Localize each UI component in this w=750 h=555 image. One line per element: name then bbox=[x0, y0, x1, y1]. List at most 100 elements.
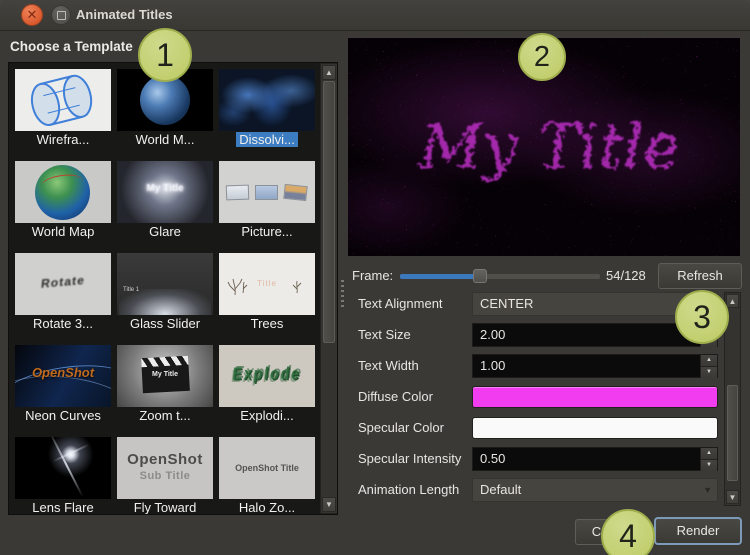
frame-row: Frame: 54/128 Refresh bbox=[348, 261, 742, 291]
scrollbar-thumb[interactable] bbox=[727, 385, 738, 481]
animated-titles-dialog: ✕ Animated Titles Choose a Template bbox=[0, 0, 750, 555]
text-size-value: 2.00 bbox=[480, 327, 505, 342]
template-item-lens-flare[interactable]: Lens Flare bbox=[15, 437, 111, 515]
template-item-world-map[interactable]: World Map bbox=[15, 161, 111, 241]
template-label: Wirefra... bbox=[15, 132, 111, 149]
form-row-text-width: Text Width 1.00 ▲▼ bbox=[348, 354, 718, 378]
template-item-neon-curves[interactable]: OpenShot Neon Curves bbox=[15, 345, 111, 425]
template-grid: Wirefra... World M... Dissolvi... World … bbox=[9, 63, 317, 515]
template-item-glare[interactable]: My Title Glare bbox=[117, 161, 213, 241]
template-thumbnail bbox=[15, 437, 111, 499]
thumb-text: OpenShot bbox=[15, 365, 111, 380]
callout-badge-2: 2 bbox=[518, 33, 566, 81]
thumb-subtext: Sub Title bbox=[117, 470, 213, 482]
scrollbar-thumb[interactable] bbox=[323, 81, 335, 343]
chevron-down-icon: ▼ bbox=[703, 479, 712, 501]
template-label: Glare bbox=[117, 224, 213, 241]
form-row-animation-length: Animation Length Default ▼ bbox=[348, 478, 718, 502]
template-label: Glass Slider bbox=[117, 316, 213, 333]
frame-slider[interactable] bbox=[400, 274, 600, 279]
template-thumbnail: Explode bbox=[219, 345, 315, 407]
template-thumbnail: Rotate bbox=[15, 253, 111, 315]
diffuse-color-swatch[interactable] bbox=[472, 386, 718, 408]
specular-color-swatch[interactable] bbox=[472, 417, 718, 439]
text-alignment-value: CENTER bbox=[480, 296, 533, 311]
template-label: World M... bbox=[117, 132, 213, 149]
preview-title-text: My Title bbox=[417, 108, 679, 181]
text-width-value: 1.00 bbox=[480, 358, 505, 373]
text-width-spinner[interactable]: 1.00 ▲▼ bbox=[472, 354, 718, 378]
form-row-label: Specular Intensity bbox=[348, 447, 472, 471]
panel-splitter-handle[interactable] bbox=[341, 280, 344, 310]
template-thumbnail: OpenShot bbox=[15, 345, 111, 407]
callout-badge-4: 4 bbox=[601, 509, 655, 555]
specular-intensity-spinner[interactable]: 0.50 ▲▼ bbox=[472, 447, 718, 471]
callout-badge-3: 3 bbox=[675, 290, 729, 344]
refresh-button[interactable]: Refresh bbox=[658, 263, 742, 289]
template-label: Zoom t... bbox=[117, 408, 213, 425]
form-row-specular-intensity: Specular Intensity 0.50 ▲▼ bbox=[348, 447, 718, 471]
template-label-selected: Dissolvi... bbox=[219, 132, 315, 149]
template-thumbnail: My Title bbox=[117, 161, 213, 223]
template-label: Trees bbox=[219, 316, 315, 333]
frame-slider-fill bbox=[400, 274, 480, 279]
title-properties-form: Text Alignment CENTER ▼ Text Size 2.00 ▲… bbox=[348, 292, 718, 502]
frame-slider-handle[interactable] bbox=[473, 269, 487, 283]
window-title: Animated Titles bbox=[76, 0, 173, 30]
spinner-buttons: ▲▼ bbox=[700, 448, 717, 470]
template-item-dissolving[interactable]: Dissolvi... bbox=[219, 69, 315, 149]
template-thumbnail: OpenShot Sub Title bbox=[117, 437, 213, 499]
template-label: Neon Curves bbox=[15, 408, 111, 425]
template-list-scrollbar[interactable]: ▲ ▼ bbox=[320, 63, 338, 514]
template-thumbnail bbox=[219, 161, 315, 223]
frame-label: Frame: bbox=[352, 261, 393, 291]
template-item-zoom-to[interactable]: My Title Zoom t... bbox=[117, 345, 213, 425]
frame-counter: 54/128 bbox=[606, 261, 646, 291]
form-row-label: Text Width bbox=[348, 354, 472, 378]
window-maximize-button[interactable] bbox=[51, 5, 71, 25]
template-item-picture[interactable]: Picture... bbox=[219, 161, 315, 241]
wireframe-cylinder-graphic bbox=[15, 69, 111, 131]
scrollbar-up-button[interactable]: ▲ bbox=[726, 294, 739, 308]
template-label: Fly Toward bbox=[117, 500, 213, 515]
template-label: Picture... bbox=[219, 224, 315, 241]
scrollbar-down-button[interactable]: ▼ bbox=[726, 490, 739, 504]
template-item-wireframe[interactable]: Wirefra... bbox=[15, 69, 111, 149]
template-item-glass-slider[interactable]: Title 1 Glass Slider bbox=[117, 253, 213, 333]
template-thumbnail: OpenShot Title bbox=[219, 437, 315, 499]
template-item-trees[interactable]: Title Trees bbox=[219, 253, 315, 333]
form-row-diffuse-color: Diffuse Color bbox=[348, 385, 718, 409]
window-close-button[interactable]: ✕ bbox=[21, 4, 43, 26]
spin-down-button[interactable]: ▼ bbox=[700, 367, 717, 378]
template-label: Lens Flare bbox=[15, 500, 111, 515]
template-label: Halo Zo... bbox=[219, 500, 315, 515]
choose-template-heading: Choose a Template bbox=[10, 39, 133, 54]
template-thumbnail: Title 1 bbox=[117, 253, 213, 315]
spin-up-button[interactable]: ▲ bbox=[700, 355, 717, 367]
form-row-label: Text Size bbox=[348, 323, 472, 347]
thumb-text: My Title bbox=[117, 183, 213, 194]
render-button[interactable]: Render bbox=[654, 517, 742, 545]
scrollbar-up-button[interactable]: ▲ bbox=[322, 65, 336, 80]
thumb-text: Title bbox=[219, 279, 315, 288]
template-thumbnail bbox=[15, 161, 111, 223]
thumb-text: OpenShot Title bbox=[219, 463, 315, 473]
template-item-halo-zoom[interactable]: OpenShot Title Halo Zo... bbox=[219, 437, 315, 515]
template-thumbnail bbox=[219, 69, 315, 131]
thumb-text: My Title bbox=[117, 371, 213, 378]
scrollbar-down-button[interactable]: ▼ bbox=[322, 497, 336, 512]
template-item-exploding[interactable]: Explode Explodi... bbox=[219, 345, 315, 425]
template-item-rotate-360[interactable]: Rotate Rotate 3... bbox=[15, 253, 111, 333]
spinner-buttons: ▲▼ bbox=[700, 355, 717, 377]
thumb-text: Rotate bbox=[15, 271, 111, 293]
template-list: Wirefra... World M... Dissolvi... World … bbox=[8, 62, 338, 515]
form-row-label: Text Alignment bbox=[348, 292, 472, 316]
template-label: Rotate 3... bbox=[15, 316, 111, 333]
template-label: Explodi... bbox=[219, 408, 315, 425]
thumb-text: Title 1 bbox=[123, 287, 139, 293]
animation-length-select[interactable]: Default ▼ bbox=[472, 478, 718, 502]
spin-up-button[interactable]: ▲ bbox=[700, 448, 717, 460]
specular-intensity-value: 0.50 bbox=[480, 451, 505, 466]
spin-down-button[interactable]: ▼ bbox=[700, 460, 717, 471]
template-item-fly-toward[interactable]: OpenShot Sub Title Fly Toward bbox=[117, 437, 213, 515]
